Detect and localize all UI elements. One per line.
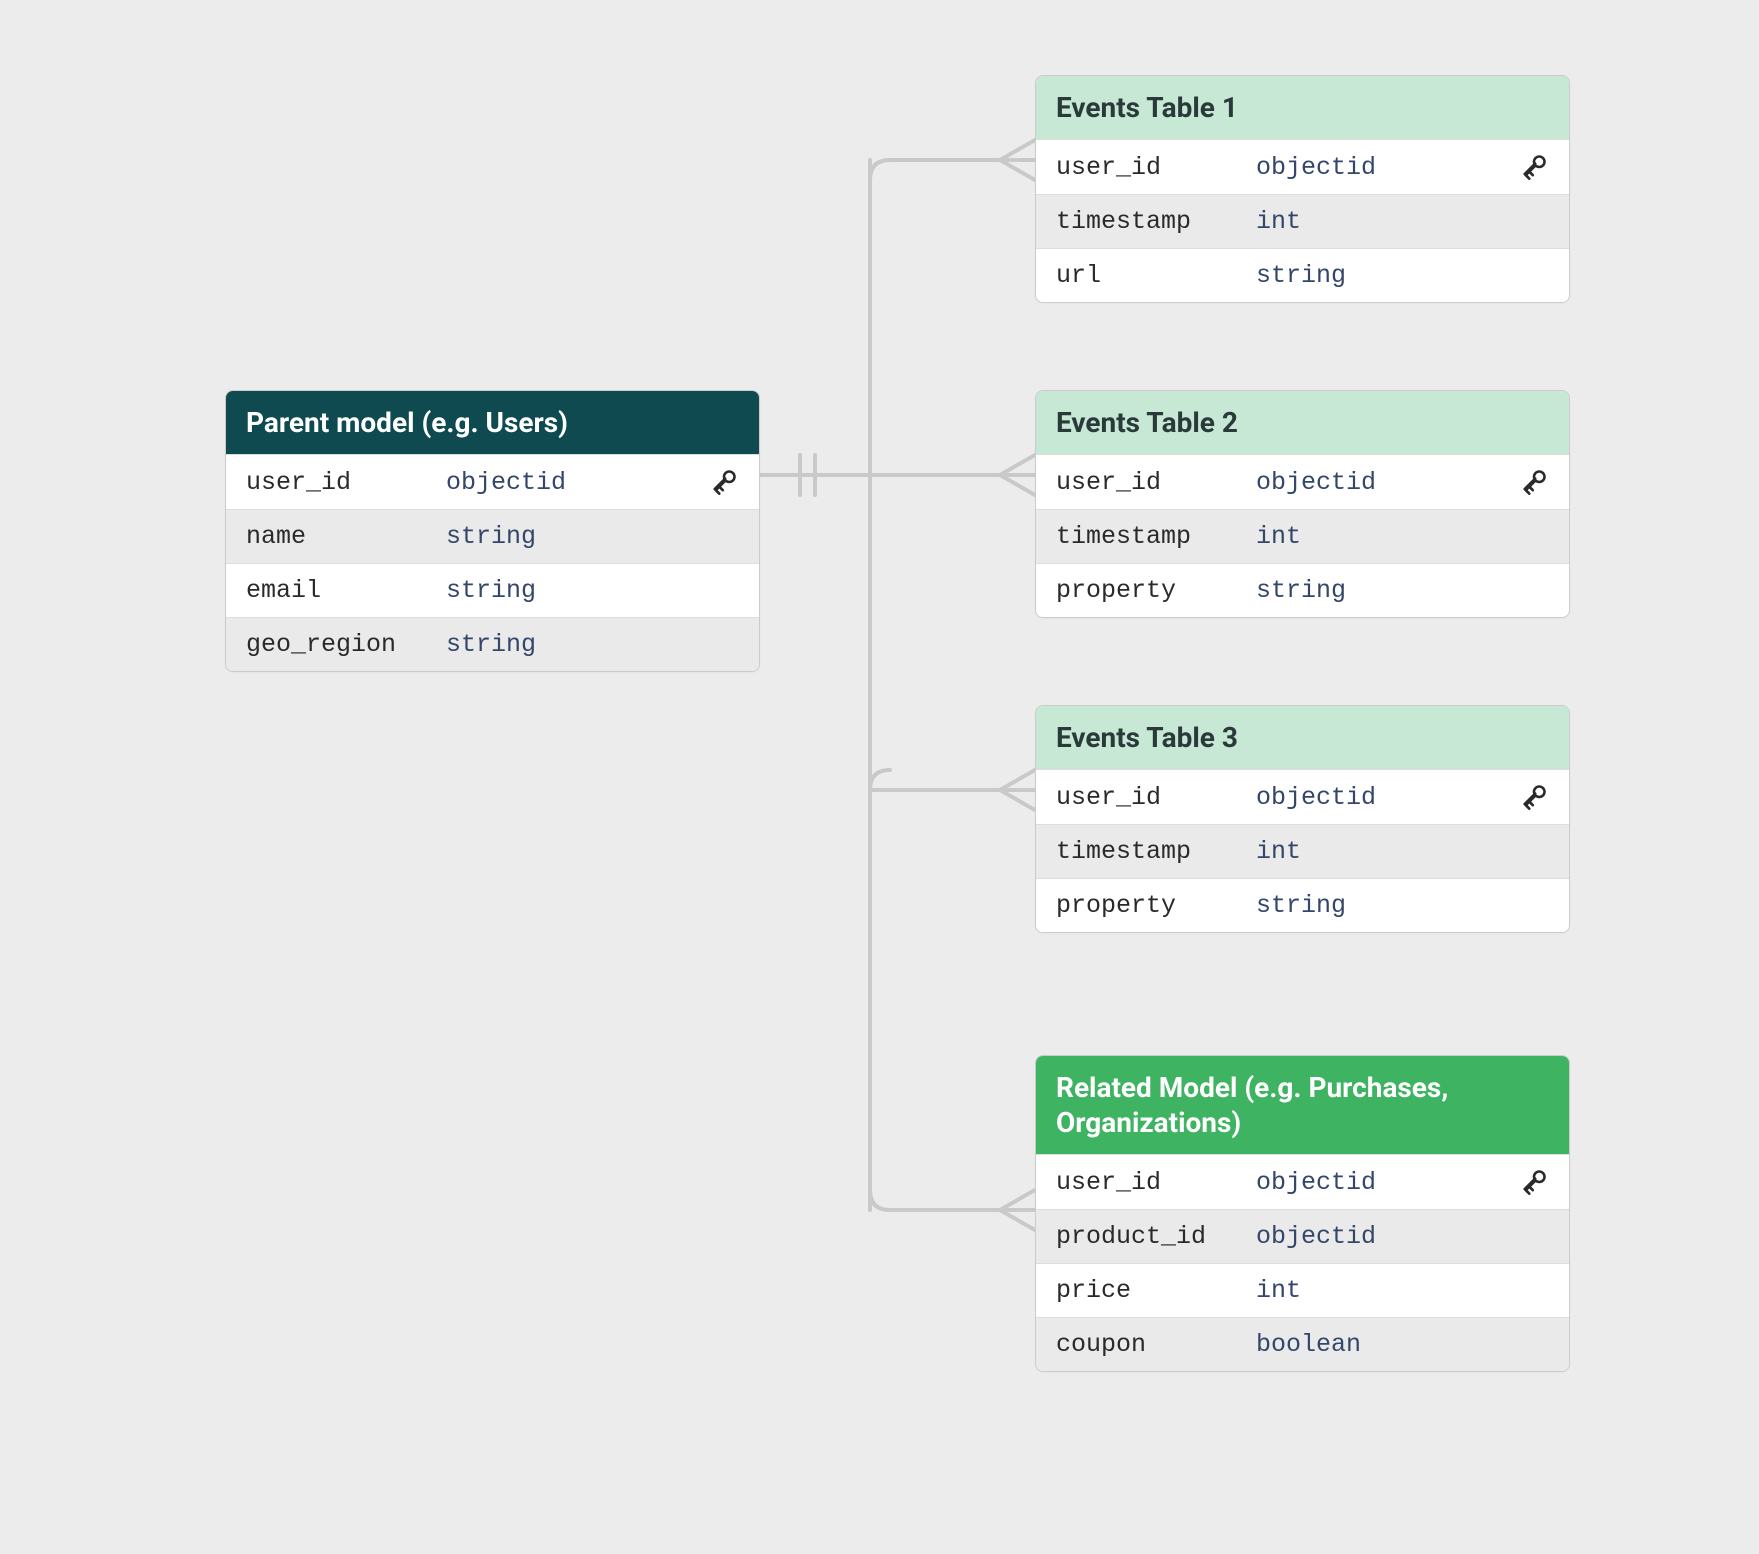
column-type: objectid: [1256, 153, 1519, 182]
column-type: objectid: [1256, 783, 1519, 812]
column-type: int: [1256, 207, 1549, 236]
column-name: product_id: [1056, 1222, 1256, 1251]
table-header-parent: Parent model (e.g. Users): [226, 391, 759, 454]
column-name: timestamp: [1056, 837, 1256, 866]
table-title: Events Table 3: [1056, 721, 1238, 754]
column-row: timestampint: [1036, 509, 1569, 563]
column-type: string: [446, 630, 739, 659]
column-type: string: [446, 576, 739, 605]
column-name: user_id: [1056, 468, 1256, 497]
column-row: namestring: [226, 509, 759, 563]
column-name: price: [1056, 1276, 1256, 1305]
table-events-1: Events Table 1 user_idobjectidtimestampi…: [1035, 75, 1570, 303]
column-name: user_id: [1056, 153, 1256, 182]
column-type: boolean: [1256, 1330, 1549, 1359]
column-row: urlstring: [1036, 248, 1569, 302]
key-icon: [709, 467, 739, 497]
column-row: user_idobjectid: [1036, 454, 1569, 509]
column-type: string: [1256, 891, 1549, 920]
column-row: propertystring: [1036, 563, 1569, 617]
table-header-events3: Events Table 3: [1036, 706, 1569, 769]
table-title: Parent model (e.g. Users): [246, 406, 568, 439]
column-name: user_id: [1056, 1168, 1256, 1197]
er-diagram-canvas: Parent model (e.g. Users) user_idobjecti…: [0, 0, 1759, 1554]
column-type: int: [1256, 837, 1549, 866]
table-title: Events Table 2: [1056, 406, 1238, 439]
key-icon: [1519, 782, 1549, 812]
table-title: Events Table 1: [1056, 91, 1238, 124]
column-row: timestampint: [1036, 824, 1569, 878]
column-type: string: [1256, 261, 1549, 290]
table-events-3: Events Table 3 user_idobjectidtimestampi…: [1035, 705, 1570, 933]
column-type: objectid: [1256, 468, 1519, 497]
column-name: timestamp: [1056, 207, 1256, 236]
key-icon: [1519, 1167, 1549, 1197]
column-row: geo_regionstring: [226, 617, 759, 671]
column-row: couponboolean: [1036, 1317, 1569, 1371]
table-related-model: Related Model (e.g. Purchases, Organizat…: [1035, 1055, 1570, 1372]
column-name: property: [1056, 576, 1256, 605]
table-parent-model: Parent model (e.g. Users) user_idobjecti…: [225, 390, 760, 672]
column-type: objectid: [446, 468, 709, 497]
column-name: property: [1056, 891, 1256, 920]
table-body: user_idobjectidtimestampintpropertystrin…: [1036, 454, 1569, 617]
column-row: emailstring: [226, 563, 759, 617]
table-body: user_idobjectidproduct_idobjectidpricein…: [1036, 1154, 1569, 1371]
column-type: objectid: [1256, 1222, 1549, 1251]
column-row: priceint: [1036, 1263, 1569, 1317]
table-events-2: Events Table 2 user_idobjectidtimestampi…: [1035, 390, 1570, 618]
column-name: name: [246, 522, 446, 551]
column-row: user_idobjectid: [1036, 769, 1569, 824]
key-icon: [1519, 152, 1549, 182]
column-type: int: [1256, 522, 1549, 551]
column-row: user_idobjectid: [1036, 139, 1569, 194]
column-name: timestamp: [1056, 522, 1256, 551]
column-name: geo_region: [246, 630, 446, 659]
column-type: int: [1256, 1276, 1549, 1305]
column-name: url: [1056, 261, 1256, 290]
table-title: Related Model (e.g. Purchases, Organizat…: [1056, 1071, 1448, 1139]
column-type: string: [446, 522, 739, 551]
column-type: string: [1256, 576, 1549, 605]
column-name: coupon: [1056, 1330, 1256, 1359]
column-row: user_idobjectid: [226, 454, 759, 509]
table-body: user_idobjectidtimestampinturlstring: [1036, 139, 1569, 302]
table-header-events2: Events Table 2: [1036, 391, 1569, 454]
column-name: user_id: [246, 468, 446, 497]
column-row: propertystring: [1036, 878, 1569, 932]
column-name: email: [246, 576, 446, 605]
table-body: user_idobjectidtimestampintpropertystrin…: [1036, 769, 1569, 932]
column-row: user_idobjectid: [1036, 1154, 1569, 1209]
key-icon: [1519, 467, 1549, 497]
column-name: user_id: [1056, 783, 1256, 812]
table-body: user_idobjectidnamestringemailstringgeo_…: [226, 454, 759, 671]
column-row: timestampint: [1036, 194, 1569, 248]
table-header-related: Related Model (e.g. Purchases, Organizat…: [1036, 1056, 1569, 1154]
column-type: objectid: [1256, 1168, 1519, 1197]
column-row: product_idobjectid: [1036, 1209, 1569, 1263]
table-header-events1: Events Table 1: [1036, 76, 1569, 139]
